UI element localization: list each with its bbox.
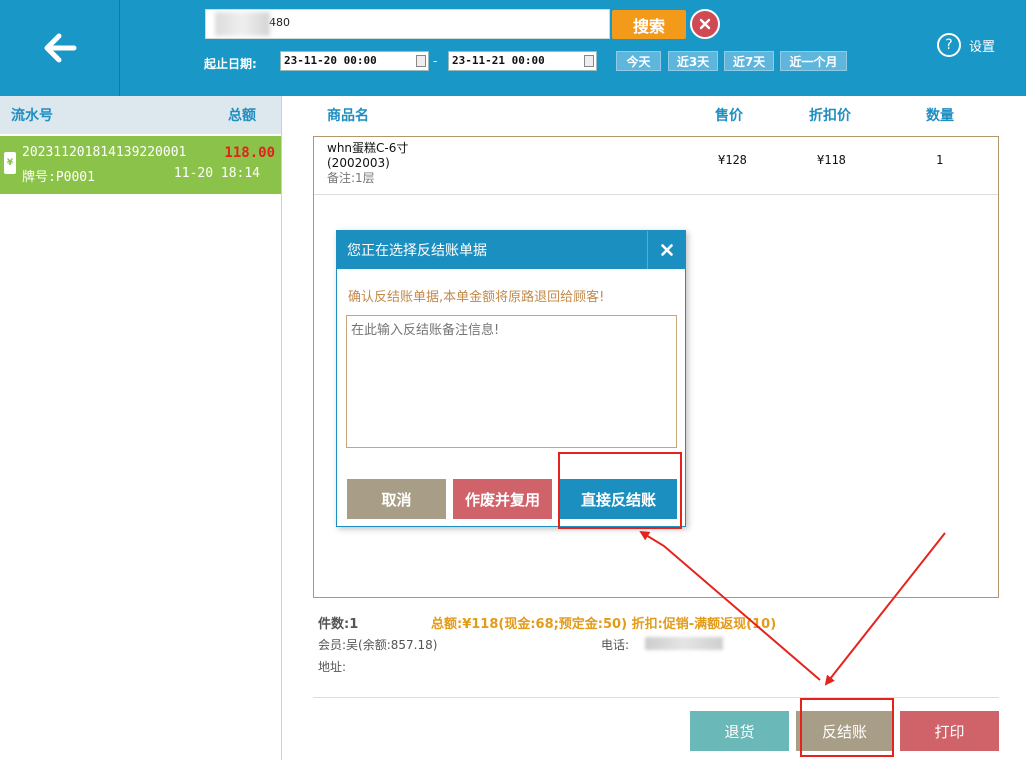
end-date-field[interactable]: 23-11-21 00:00 <box>448 51 597 71</box>
total-column-header: 总额 <box>228 108 256 124</box>
divider <box>313 697 999 698</box>
order-list-header: 流水号 总额 <box>0 96 281 134</box>
settings-button[interactable]: ? 设置 <box>937 33 995 57</box>
goods-name-header: 商品名 <box>327 108 369 124</box>
goods-item-name: whn蛋糕C-6寸 <box>327 141 409 155</box>
goods-item-info: whn蛋糕C-6寸 (2002003) 备注:1层 <box>327 141 408 186</box>
range-7days-button[interactable]: 近7天 <box>724 51 774 71</box>
goods-item-discount-price: ¥118 <box>817 153 846 167</box>
goods-item-price: ¥128 <box>718 153 747 167</box>
payment-tag-icon: ¥ <box>4 152 16 174</box>
dialog-title: 您正在选择反结账单据 <box>337 231 685 269</box>
void-and-reuse-button[interactable]: 作废并复用 <box>453 479 552 519</box>
print-button[interactable]: 打印 <box>900 711 999 751</box>
item-count: 件数:1 <box>318 617 359 632</box>
clear-search-button[interactable] <box>690 9 720 39</box>
redacted-phone <box>645 637 723 650</box>
order-serial: 20231120181413922000​1 <box>22 145 187 160</box>
order-total-summary: 总额:¥118(现金:68;预定金:50) 折扣:促销-满额返现(10) <box>431 617 777 632</box>
serial-column-header: 流水号 <box>11 108 53 124</box>
date-range-label: 起止日期: <box>204 57 257 71</box>
order-amount: 118.00 <box>224 145 275 161</box>
reverse-checkout-button[interactable]: 反结账 <box>796 711 893 751</box>
search-button[interactable]: 搜索 <box>612 10 686 39</box>
arrow-left-icon <box>44 33 76 63</box>
settings-label: 设置 <box>969 39 996 55</box>
redacted-search-text <box>215 12 270 36</box>
order-time: 11-20 18:14 <box>173 166 260 181</box>
order-list-item[interactable]: ¥ 20231120181413922000​1 118.00 牌号:P0001… <box>0 136 281 194</box>
close-icon <box>660 244 673 256</box>
calendar-icon[interactable] <box>416 55 426 67</box>
price-header: 售价 <box>715 108 743 124</box>
range-month-button[interactable]: 近一个月 <box>780 51 847 71</box>
search-input-value: 480 <box>269 16 290 29</box>
help-icon: ? <box>937 33 961 57</box>
dialog-message: 确认反结账单据,本单金额将原路退回给顾客! <box>348 290 605 305</box>
reverse-checkout-dialog: 您正在选择反结账单据 确认反结账单据,本单金额将原路退回给顾客! 取消 作废并复… <box>336 230 686 527</box>
quantity-header: 数量 <box>926 108 954 124</box>
discount-price-header: 折扣价 <box>809 108 851 124</box>
order-list-panel: 流水号 总额 ¥ 20231120181413922000​1 118.00 牌… <box>0 96 282 760</box>
goods-item-note: 备注:1层 <box>327 171 375 185</box>
close-icon <box>699 18 711 30</box>
return-button[interactable]: 退货 <box>690 711 789 751</box>
phone-label: 电话: <box>601 638 630 652</box>
goods-item-quantity: 1 <box>936 153 944 167</box>
date-separator: - <box>433 54 438 68</box>
order-plate: 牌号:P0001 <box>22 170 95 185</box>
end-date-value: 23-11-21 00:00 <box>452 54 545 67</box>
cancel-button[interactable]: 取消 <box>347 479 446 519</box>
direct-reverse-checkout-button[interactable]: 直接反结账 <box>560 479 677 519</box>
address-label: 地址: <box>318 660 347 674</box>
calendar-icon[interactable] <box>584 55 594 67</box>
range-today-button[interactable]: 今天 <box>616 51 661 71</box>
start-date-value: 23-11-20 00:00 <box>284 54 377 67</box>
start-date-field[interactable]: 23-11-20 00:00 <box>280 51 429 71</box>
back-button[interactable] <box>0 0 120 96</box>
member-info: 会员:吴(余额:857.18) <box>318 638 438 652</box>
dialog-close-button[interactable] <box>647 231 685 269</box>
range-3days-button[interactable]: 近3天 <box>668 51 718 71</box>
table-row[interactable]: whn蛋糕C-6寸 (2002003) 备注:1层 ¥128 ¥118 1 <box>314 137 998 195</box>
goods-item-code: (2002003) <box>327 156 390 170</box>
reverse-note-input[interactable] <box>346 315 677 448</box>
